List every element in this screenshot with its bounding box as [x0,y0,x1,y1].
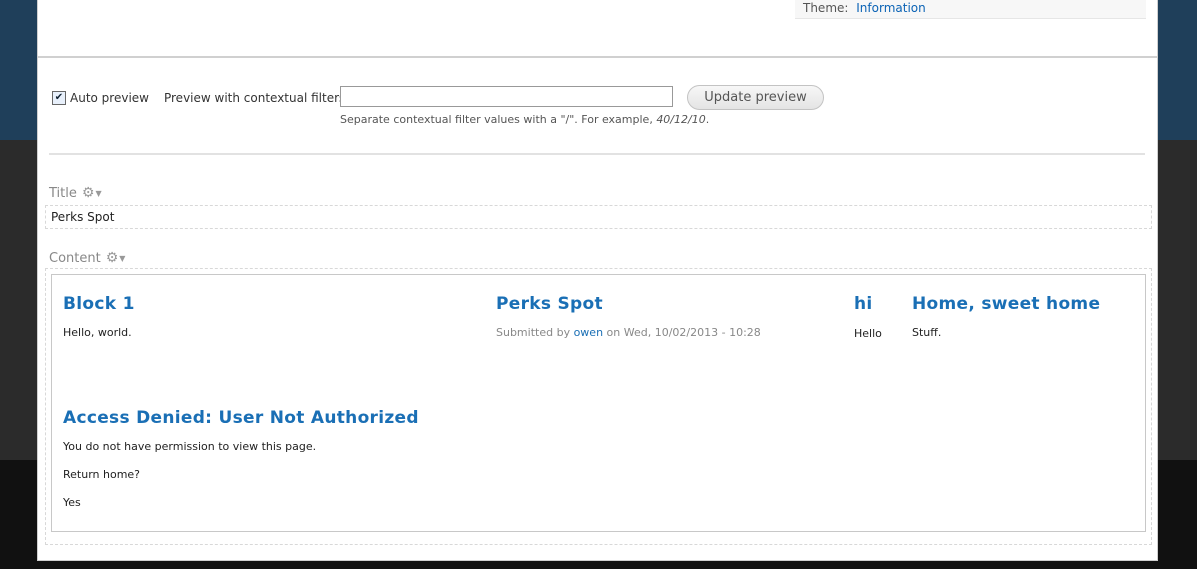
chevron-down-icon[interactable]: ▼ [95,189,101,198]
block-title: Access Denied: User Not Authorized [63,408,419,428]
preview-title: Perks Spot [45,205,1152,229]
block-home-sweet-home: Home, sweet home Stuff. [912,294,1100,339]
gear-icon[interactable]: ⚙ [106,250,119,266]
content-preview: Block 1 Hello, world. Perks Spot Submitt… [51,274,1146,532]
theme-label: Theme: [803,1,849,15]
auto-preview-row: ✔ Auto preview Preview with contextual f… [52,87,359,109]
node-perks-spot: Perks Spot Submitted by owen on Wed, 10/… [496,294,761,339]
block-body: Hello, world. [63,326,132,339]
section-divider [49,153,1145,155]
submitted-date: on Wed, 10/02/2013 - 10:28 [606,326,761,339]
content-label: Content [49,250,101,266]
block-line: Return home? [63,468,141,481]
contextual-filters-input[interactable] [340,86,673,107]
contextual-filters-label: Preview with contextual filters: [163,91,350,105]
block-body: Hello [854,327,882,340]
block-body: Stuff. [912,326,942,339]
top-area: Theme: Information [38,0,1157,56]
block-line: Yes [63,496,81,509]
block-line: You do not have permission to view this … [63,440,317,453]
chevron-down-icon[interactable]: ▼ [119,254,125,263]
theme-info: Theme: Information [795,0,1146,19]
title-label: Title [49,185,77,201]
author-link[interactable]: owen [574,326,603,339]
submitted-prefix: Submitted by [496,326,571,339]
access-denied-block: Access Denied: User Not Authorized You d… [63,408,419,509]
auto-preview-checkbox[interactable]: ✔ [52,91,66,105]
hint-prefix: Separate contextual filter values with a… [340,113,657,126]
block-1: Block 1 Hello, world. [63,294,135,339]
gear-icon[interactable]: ⚙ [82,185,95,201]
submitted-info: Submitted by owen on Wed, 10/02/2013 - 1… [496,326,761,339]
node-title[interactable]: Perks Spot [496,294,761,314]
checkmark-icon: ✔ [54,92,64,103]
block-title: Home, sweet home [912,294,1101,314]
content-section-label: Content ⚙ ▼ [49,250,125,266]
title-section-label: Title ⚙ ▼ [49,185,102,201]
block-hi: hi Hello [854,294,882,340]
block-title: hi [854,294,873,314]
auto-preview-label[interactable]: Auto preview [70,91,149,105]
block-title: Block 1 [63,294,135,314]
views-preview-panel: Theme: Information ✔ Auto preview Previe… [37,0,1158,561]
theme-link[interactable]: Information [856,1,925,15]
contextual-filters-hint: Separate contextual filter values with a… [340,113,709,126]
content-area: Block 1 Hello, world. Perks Spot Submitt… [45,268,1152,545]
hint-example: 40/12/10 [656,113,706,126]
update-preview-button[interactable]: Update preview [687,85,824,110]
divider [38,56,1157,58]
hint-suffix: . [705,113,710,126]
